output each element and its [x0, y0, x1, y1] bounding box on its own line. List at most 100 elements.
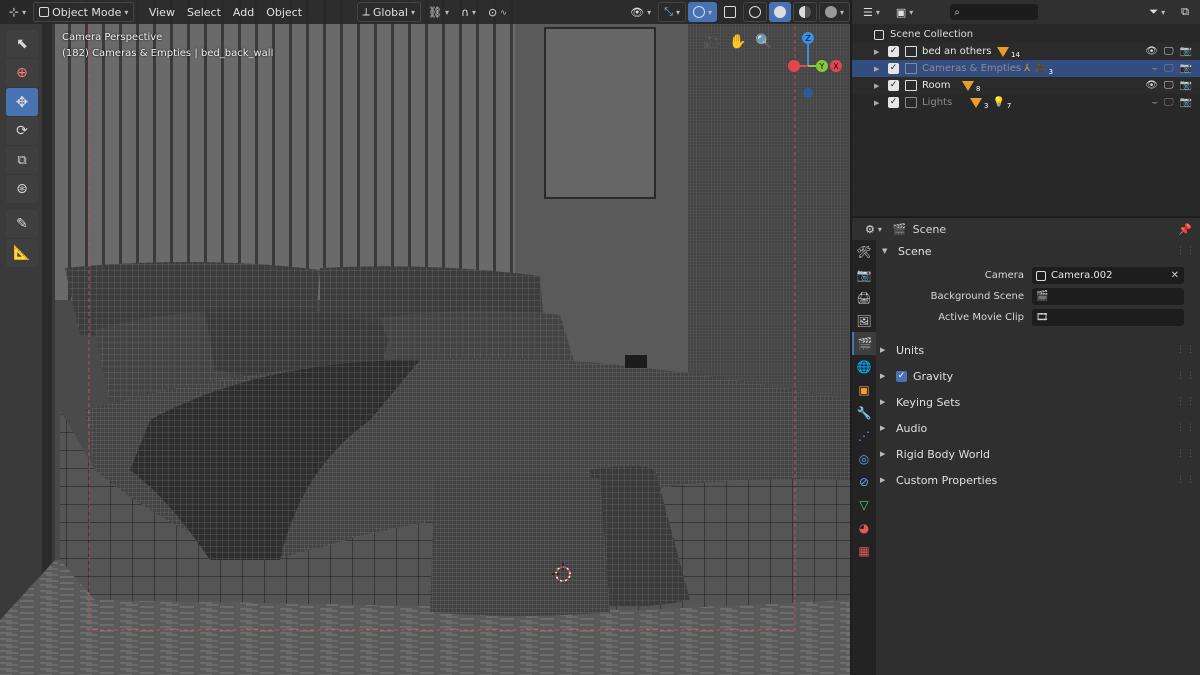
drag-handle-icon[interactable]: ⋮⋮	[1176, 246, 1196, 256]
properties-editor-type[interactable]: ⚙ ▾	[860, 219, 887, 239]
exclude-checkbox[interactable]: ✓	[888, 97, 899, 108]
navigation-gizmo[interactable]: Z Y X	[770, 28, 846, 104]
drag-handle-icon[interactable]: ⋮⋮	[1176, 449, 1196, 459]
tab-object[interactable]: ▣	[852, 378, 876, 401]
eye-hidden-icon[interactable]: ⌣	[1151, 97, 1158, 108]
camera-view-icon[interactable]: 🎥	[702, 32, 722, 52]
eye-icon[interactable]: 👁	[1145, 46, 1158, 57]
drag-handle-icon[interactable]: ⋮⋮	[1176, 397, 1196, 407]
snap-button[interactable]: ∩ ▾	[456, 2, 481, 22]
drag-handle-icon[interactable]: ⋮⋮	[1176, 345, 1196, 355]
tab-output[interactable]: 🖨	[852, 286, 876, 309]
clear-icon[interactable]: ✕	[1171, 270, 1179, 281]
scene-collection-row[interactable]: Scene Collection	[852, 26, 1200, 43]
background-scene-field[interactable]: 🎬	[1032, 288, 1184, 305]
menu-select[interactable]: Select	[182, 2, 226, 22]
tab-data[interactable]: ▽	[852, 493, 876, 516]
outliner-editor-type[interactable]: ☰ ▾	[858, 2, 885, 22]
scene-render[interactable]	[0, 0, 850, 675]
tool-cursor[interactable]: ⊕	[6, 59, 38, 87]
camera-field[interactable]: Camera.002 ✕	[1032, 267, 1184, 284]
tab-world[interactable]: 🌐	[852, 355, 876, 378]
editor-type-button[interactable]: ⊹ ▾	[4, 2, 31, 22]
pivot-button[interactable]: ⛓ ▾	[423, 2, 454, 22]
outliner-search-input[interactable]: ⌕	[950, 4, 1039, 20]
drag-handle-icon[interactable]: ⋮⋮	[1176, 371, 1196, 381]
tab-physics[interactable]: ◎	[852, 447, 876, 470]
monitor-icon[interactable]: 🖵	[1164, 80, 1174, 91]
gizmo-toggle[interactable]: ⤡ ▾	[658, 2, 686, 22]
panel-keying-sets[interactable]: ▶ Keying Sets ⋮⋮	[874, 392, 1200, 412]
view-name: Camera Perspective	[62, 32, 163, 43]
tool-select[interactable]: ⬉	[6, 30, 38, 58]
orientation-dropdown[interactable]: ⟂ Global ▾	[356, 2, 421, 22]
panel-rigid-body-world[interactable]: ▶ Rigid Body World ⋮⋮	[874, 444, 1200, 464]
panel-audio[interactable]: ▶ Audio ⋮⋮	[874, 418, 1200, 438]
xray-toggle[interactable]	[719, 2, 741, 22]
panel-custom-properties[interactable]: ▶ Custom Properties ⋮⋮	[874, 470, 1200, 490]
exclude-checkbox[interactable]: ✓	[888, 63, 899, 74]
monitor-icon[interactable]: 🖵	[1164, 46, 1174, 57]
tab-view-layer[interactable]: 🖼	[852, 309, 876, 332]
display-mode-dropdown[interactable]: ▣ ▾	[891, 2, 918, 22]
shading-solid[interactable]	[768, 2, 791, 22]
camera-icon[interactable]: 📷	[1180, 46, 1192, 57]
expand-icon[interactable]: ▶	[874, 65, 879, 73]
proportional-edit-button[interactable]: ⊙ ∿	[483, 2, 512, 22]
gizmo-neg-x-axis[interactable]	[788, 60, 800, 72]
mode-dropdown[interactable]: Object Mode ▾	[33, 2, 135, 22]
expand-icon[interactable]: ▶	[874, 82, 879, 90]
gizmo-neg-z-axis[interactable]	[803, 88, 813, 98]
tab-particles[interactable]: ⋰	[852, 424, 876, 447]
properties-body: ▼ Scene ⋮⋮ Camera Camera.002 ✕ Backgroun…	[876, 240, 1200, 675]
hand-pan-icon[interactable]: ✋	[728, 32, 748, 52]
tool-move[interactable]: ✥	[6, 88, 38, 116]
expand-icon[interactable]: ▶	[874, 48, 879, 56]
menu-view[interactable]: View	[144, 2, 180, 22]
expand-icon[interactable]: ▶	[874, 99, 879, 107]
shading-rendered[interactable]: ▾	[818, 2, 850, 22]
new-collection-button[interactable]: ⧉	[1176, 2, 1194, 22]
monitor-icon[interactable]: 🖵	[1164, 97, 1174, 108]
shading-wireframe[interactable]	[742, 2, 767, 22]
active-movie-clip-field[interactable]: 🎞	[1032, 309, 1184, 326]
tool-scale[interactable]: ⧉	[6, 146, 38, 174]
tab-texture[interactable]: ▦	[852, 539, 876, 562]
overlay-toggle[interactable]: ▾	[687, 2, 717, 22]
monitor-icon[interactable]: 🖵	[1164, 63, 1174, 74]
tab-material[interactable]: ◕	[852, 516, 876, 539]
menu-add[interactable]: Add	[228, 2, 259, 22]
drag-handle-icon[interactable]: ⋮⋮	[1176, 423, 1196, 433]
filter-button[interactable]: ⏷ ▾	[1144, 2, 1170, 22]
camera-icon[interactable]: 📷	[1180, 80, 1192, 91]
scene-panel-header[interactable]: ▼ Scene ⋮⋮	[876, 241, 1200, 261]
outliner-row-bed-an-others[interactable]: ▶ ✓ bed an others 14 👁 🖵 📷	[852, 43, 1200, 60]
exclude-checkbox[interactable]: ✓	[888, 46, 899, 57]
exclude-checkbox[interactable]: ✓	[888, 80, 899, 91]
visibility-button[interactable]: 👁 ▾	[625, 2, 656, 22]
panel-units[interactable]: ▶ Units ⋮⋮	[874, 340, 1200, 360]
tool-transform[interactable]: ⊛	[6, 175, 38, 203]
eye-hidden-icon[interactable]: ⌣	[1151, 63, 1158, 74]
tab-tool[interactable]: 🛠	[852, 240, 876, 263]
camera-icon[interactable]: 📷	[1180, 63, 1192, 74]
shading-material[interactable]	[792, 2, 817, 22]
menu-object[interactable]: Object	[261, 2, 307, 22]
tab-constraints[interactable]: ⊘	[852, 470, 876, 493]
tool-rotate[interactable]: ⟳	[6, 117, 38, 145]
gravity-checkbox[interactable]: ✓	[896, 370, 907, 382]
tool-measure[interactable]: 📐	[6, 239, 38, 267]
panel-gravity[interactable]: ▶ ✓ Gravity ⋮⋮	[874, 366, 1200, 386]
tab-render[interactable]: 📷	[852, 263, 876, 286]
tool-annotate[interactable]: ✎	[6, 210, 38, 238]
outliner-row-cameras-empties[interactable]: ▶ ✓ Cameras & Empties ⅄ 🎥 3 ⌣ 🖵 📷	[852, 60, 1200, 77]
camera-icon[interactable]: 📷	[1180, 97, 1192, 108]
drag-handle-icon[interactable]: ⋮⋮	[1176, 475, 1196, 485]
tab-modifiers[interactable]: 🔧	[852, 401, 876, 424]
eye-icon[interactable]: 👁	[1145, 80, 1158, 91]
outliner-row-room[interactable]: ▶ ✓ Room 8 👁 🖵 📷	[852, 77, 1200, 94]
pin-icon[interactable]: 📌	[1178, 223, 1192, 236]
3d-viewport[interactable]: ⊹ ▾ Object Mode ▾ View Select Add Object ⟂…	[0, 0, 850, 675]
tab-scene[interactable]: 🎬	[852, 332, 876, 355]
outliner-row-lights[interactable]: ▶ ✓ Lights 3 💡 7 ⌣ 🖵 📷	[852, 94, 1200, 111]
